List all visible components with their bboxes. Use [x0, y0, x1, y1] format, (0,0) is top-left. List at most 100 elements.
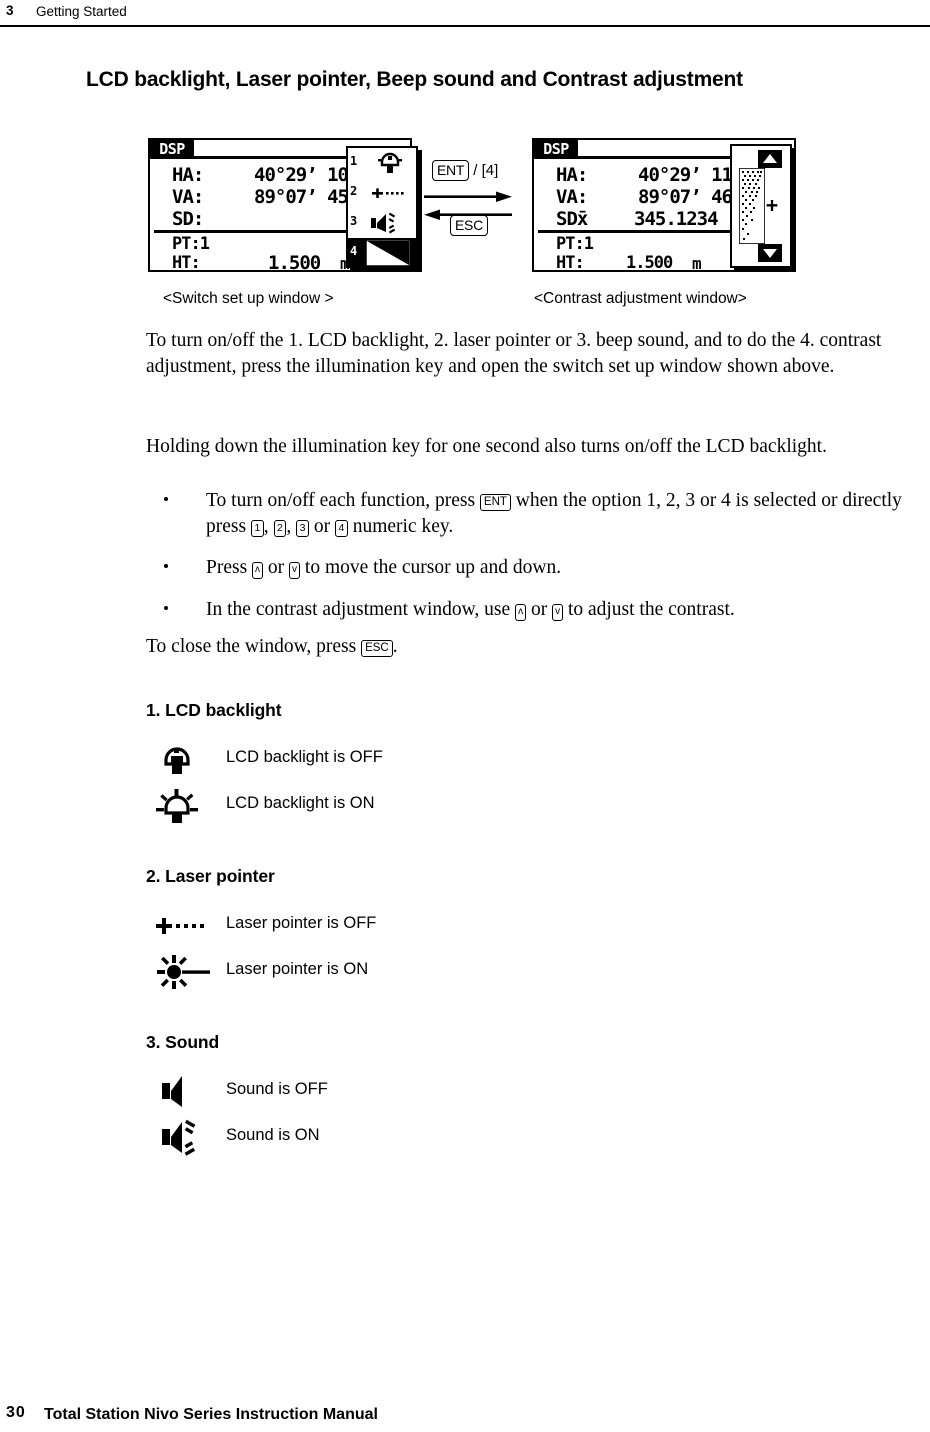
arrow-right-icon	[424, 190, 512, 202]
va-value: 89°07’ 46”	[638, 186, 743, 208]
sd-label: SD:	[172, 208, 204, 230]
numeric-key-2[interactable]: 2	[273, 519, 287, 537]
ha-value: 40°29’ 10	[254, 164, 349, 186]
bullet-marker	[164, 564, 168, 568]
contrast-gradient-bar[interactable]	[738, 167, 766, 245]
status-label: Sound is OFF	[226, 1080, 328, 1098]
arrow-down-key[interactable]: v	[289, 562, 301, 579]
transition-forward: ENT / [4]	[432, 160, 498, 181]
status-label: LCD backlight is OFF	[226, 748, 383, 766]
sound-icon	[368, 210, 412, 236]
bullet-text-part: or	[263, 557, 290, 578]
point-label: PT:1	[556, 234, 594, 254]
switch-row-number: 1	[350, 154, 358, 168]
ent-key[interactable]: ENT	[432, 160, 470, 181]
ha-label: HA:	[556, 164, 588, 186]
list-item: To turn on/off each function, press ENT …	[146, 488, 930, 539]
dsp-tab-label: DSP	[150, 140, 194, 159]
bullet-text-part: or	[308, 515, 335, 537]
dsp-tab-label: DSP	[534, 140, 578, 159]
arrow-up-key[interactable]: ʌ	[252, 562, 264, 579]
section-heading-lcd-backlight: 1. LCD backlight	[146, 700, 282, 720]
ha-value: 40°29’ 11”	[638, 164, 743, 186]
instruction-bullet-list: To turn on/off each function, press ENT …	[146, 488, 930, 638]
contrast-scroll-panel: +	[730, 144, 792, 268]
arrow-down-key[interactable]: v	[552, 603, 564, 621]
bullet-text-part: ,	[286, 515, 297, 537]
bullet-marker	[164, 497, 168, 501]
status-label: Sound is ON	[226, 1126, 320, 1144]
va-label: VA:	[172, 186, 204, 208]
page-title: LCD backlight, Laser pointer, Beep sound…	[86, 68, 743, 91]
lcd-backlight-icon	[368, 150, 412, 176]
switch-menu-row-3[interactable]: 3	[348, 208, 416, 238]
close-window-paragraph: To close the window, press ESC.	[146, 634, 930, 660]
close-text-suffix: .	[392, 636, 398, 657]
page-number: 30	[6, 1404, 26, 1421]
switch-menu-row-2[interactable]: 2	[348, 178, 416, 208]
switch-row-number: 4	[350, 244, 358, 258]
ent-alt-label: / [4]	[473, 162, 499, 179]
va-value: 89°07’ 45	[254, 186, 349, 208]
bullet-marker	[164, 605, 168, 610]
bullet-text-part: to move the cursor up and down.	[300, 557, 562, 578]
manual-title: Total Station Nivo Series Instruction Ma…	[44, 1406, 378, 1423]
switch-menu-row-4[interactable]: 4	[348, 238, 416, 268]
switch-menu-row-1[interactable]: 1	[348, 148, 416, 178]
contrast-marker: +	[766, 193, 779, 217]
switch-setup-window: DSP HA: 40°29’ 10 VA: 89°07’ 45 SD: PT:1…	[148, 138, 422, 274]
ha-label: HA:	[172, 164, 204, 186]
esc-key[interactable]: ESC	[450, 215, 488, 236]
va-label: VA:	[556, 186, 588, 208]
running-head: 3 Getting Started	[0, 0, 930, 26]
esc-key[interactable]: ESC	[361, 640, 393, 657]
numeric-key-1[interactable]: 1	[250, 519, 264, 537]
contrast-icon	[364, 239, 412, 267]
switch-row-number: 2	[350, 184, 358, 198]
switch-menu-panel: 1 2 3 4	[346, 146, 418, 268]
transition-back: ESC	[450, 215, 488, 236]
sd-value: 345.1234	[634, 208, 719, 230]
chapter-number: 3	[6, 3, 14, 18]
laser-off-icon	[154, 904, 226, 948]
ht-unit: m	[692, 254, 702, 273]
section-heading-sound: 3. Sound	[146, 1032, 220, 1052]
down-triangle-icon[interactable]	[758, 244, 782, 262]
speaker-off-icon	[154, 1070, 216, 1114]
bullet-text-part: or	[526, 598, 553, 620]
bullet-text-part: To turn on/off each function, press	[206, 490, 480, 511]
section-heading-laser-pointer: 2. Laser pointer	[146, 866, 275, 886]
switch-window-caption: <Switch set up window >	[163, 290, 334, 307]
ht-value: 1.500	[268, 252, 321, 274]
bullet-text-part: In the contrast adjustment window, use	[206, 598, 516, 620]
ht-label: HT:	[172, 253, 201, 273]
intro-paragraph-2: Holding down the illumination key for on…	[146, 436, 827, 457]
status-label: Laser pointer is ON	[226, 960, 369, 978]
chapter-title: Getting Started	[36, 4, 127, 19]
intro-paragraph-1: To turn on/off the 1. LCD backlight, 2. …	[146, 330, 882, 377]
list-item: In the contrast adjustment window, use ʌ…	[146, 597, 930, 623]
ht-value: 1.500	[626, 253, 673, 273]
bulb-on-icon	[154, 784, 216, 828]
bullet-text-part: numeric key.	[347, 515, 454, 537]
status-label: LCD backlight is ON	[226, 794, 375, 812]
header-rule	[0, 25, 930, 27]
ht-label: HT:	[556, 253, 585, 273]
numeric-key-3[interactable]: 3	[296, 519, 309, 537]
sd-label: SDx̄	[556, 208, 588, 230]
status-label: Laser pointer is OFF	[226, 914, 377, 932]
bulb-off-icon	[154, 738, 216, 782]
arrow-up-key[interactable]: ʌ	[515, 603, 527, 621]
switch-row-number: 3	[350, 214, 358, 228]
contrast-adjustment-window: DSP HA: 40°29’ 11” VA: 89°07’ 46” SDx̄ 3…	[532, 138, 796, 273]
point-label: PT:1	[172, 234, 210, 254]
numeric-key-4[interactable]: 4	[334, 519, 348, 537]
bullet-text-part: to adjust the contrast.	[563, 598, 735, 620]
contrast-window-caption: <Contrast adjustment window>	[534, 290, 747, 307]
close-text-prefix: To close the window, press	[146, 636, 362, 657]
bullet-text-part: Press	[206, 557, 253, 578]
speaker-on-icon	[154, 1116, 216, 1160]
up-triangle-icon[interactable]	[758, 150, 782, 168]
ent-key[interactable]: ENT	[479, 494, 511, 511]
laser-on-icon	[154, 950, 226, 994]
